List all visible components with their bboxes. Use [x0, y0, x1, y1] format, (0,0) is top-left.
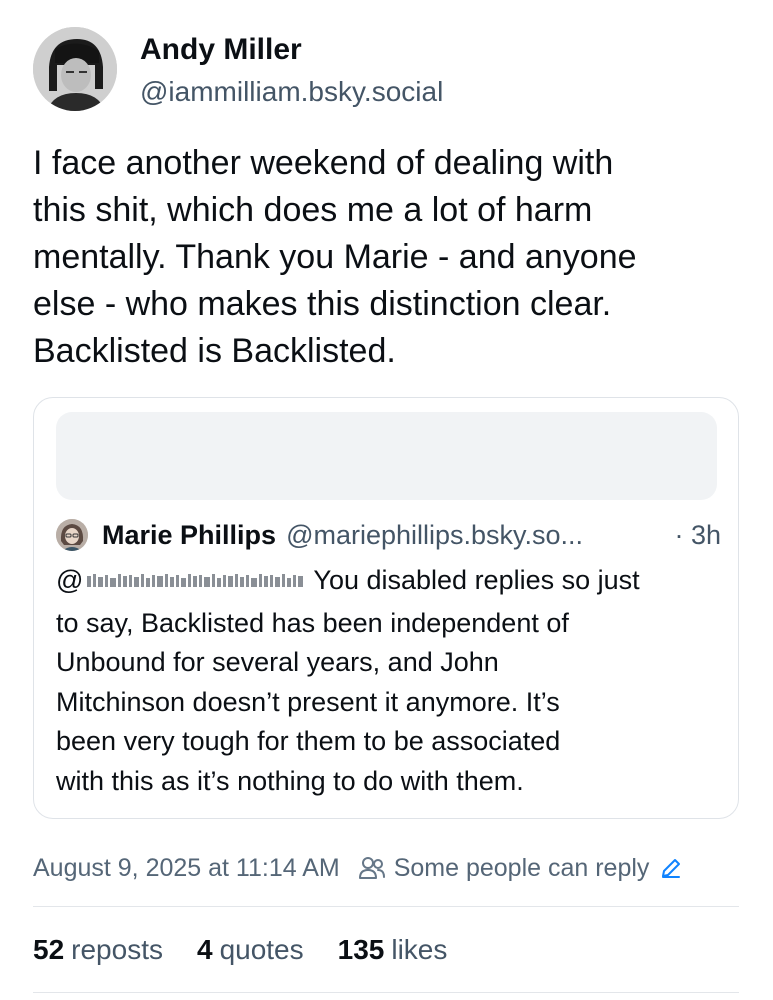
reposts-count: 52: [33, 934, 65, 965]
reposts-label: reposts: [71, 934, 163, 965]
edit-reply-settings-button[interactable]: [659, 856, 691, 880]
divider: [33, 906, 739, 907]
quoted-media-placeholder: [56, 412, 717, 500]
quoted-post-text: @ You disabled replies so just to say, B…: [56, 561, 716, 801]
avatar-photo: [33, 27, 117, 111]
post-text: I face another weekend of dealing with t…: [33, 140, 743, 375]
post-timestamp: August 9, 2025 at 11:14 AM: [33, 853, 340, 882]
redacted-mention[interactable]: [85, 564, 307, 604]
engagement-stats: 52 reposts 4 quotes 135 likes: [33, 930, 481, 970]
quoted-author-name[interactable]: Marie Phillips: [102, 520, 276, 551]
quoted-text-line: Mitchinson doesn’t present it anymore. I…: [56, 686, 560, 717]
quoted-text-line: Unbound for several years, and John: [56, 647, 499, 677]
divider: [33, 992, 739, 993]
quoted-text-line: to say, Backlisted has been independent …: [56, 607, 569, 638]
post-text-line: mentally. Thank you Marie - and anyone: [33, 238, 637, 276]
pencil-icon: [662, 859, 681, 878]
reply-settings[interactable]: Some people can reply: [358, 854, 692, 883]
reposts-stat[interactable]: 52 reposts: [33, 934, 163, 966]
quotes-count: 4: [196, 934, 213, 965]
quoted-author-avatar[interactable]: [56, 519, 88, 551]
redacted-handle-scribble: [87, 574, 304, 587]
quoted-text-line: been very tough for them to be associate…: [56, 726, 561, 756]
quoted-post-time[interactable]: · 3h: [674, 520, 721, 551]
quoted-text-line: with this as it’s nothing to do with the…: [56, 765, 524, 796]
post-text-line: else - who makes this distinction clear.: [33, 285, 612, 323]
reply-settings-label: Some people can reply: [393, 853, 650, 882]
post-meta-row: August 9, 2025 at 11:14 AM Some people c…: [33, 850, 691, 886]
likes-count: 135: [337, 934, 385, 965]
quoted-author-handle[interactable]: @mariephillips.bsky.so...: [286, 520, 666, 551]
author-name[interactable]: Andy Miller: [140, 33, 302, 67]
quoted-post-card[interactable]: Marie Phillips @mariephillips.bsky.so...…: [33, 397, 739, 819]
quoted-text-line: @ You disabled replies so just: [56, 561, 716, 604]
post-text-line: Backlisted is Backlisted.: [33, 332, 396, 370]
quoted-text-line1-rest: You disabled replies so just: [313, 565, 640, 595]
quoted-avatar-photo: [56, 519, 88, 551]
mention-at: @: [56, 565, 84, 595]
quotes-stat[interactable]: 4 quotes: [197, 934, 304, 966]
people-icon: [358, 857, 385, 879]
likes-stat[interactable]: 135 likes: [338, 934, 448, 966]
post-text-line: I face another weekend of dealing with: [33, 144, 614, 182]
author-avatar[interactable]: [33, 27, 117, 111]
likes-label: likes: [391, 934, 448, 965]
author-handle[interactable]: @iammilliam.bsky.social: [140, 76, 443, 108]
quoted-post-header: Marie Phillips @mariephillips.bsky.so...…: [56, 518, 721, 552]
post-text-line: this shit, which does me a lot of harm: [33, 191, 593, 229]
quotes-label: quotes: [219, 934, 304, 965]
